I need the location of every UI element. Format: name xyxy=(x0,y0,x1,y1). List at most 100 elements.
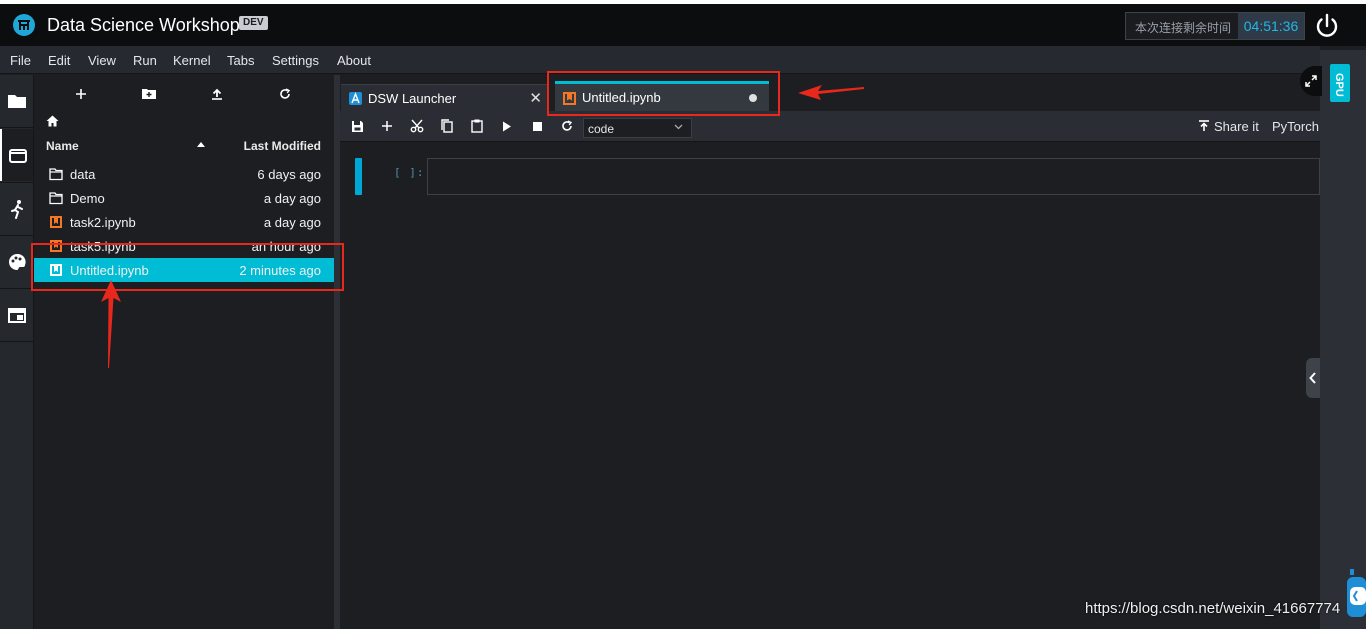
tab-dsw-launcher[interactable]: DSW Launcher ✕ xyxy=(341,84,548,111)
rail-commands-button[interactable] xyxy=(0,236,33,288)
annotation-highlight-tab xyxy=(547,71,780,116)
rail-running-button[interactable] xyxy=(0,183,33,235)
rail-folder-browser-button[interactable] xyxy=(0,129,33,181)
upload-button[interactable] xyxy=(206,85,228,103)
watermark-text: https://blog.csdn.net/weixin_41667774 xyxy=(1085,600,1341,617)
power-icon[interactable] xyxy=(1313,12,1341,40)
menu-file[interactable]: File xyxy=(10,53,31,68)
dsw-logo-icon xyxy=(13,14,35,36)
menu-view[interactable]: View xyxy=(88,53,116,68)
right-side-panel: GPU xyxy=(1320,50,1366,629)
chevron-down-icon xyxy=(674,124,683,130)
gpu-label: GPU xyxy=(1333,73,1345,97)
new-folder-icon xyxy=(142,89,156,99)
annotation-arrow-left-icon xyxy=(798,85,864,100)
menu-kernel[interactable]: Kernel xyxy=(173,53,211,68)
file-row[interactable]: data 6 days ago xyxy=(34,162,334,186)
expand-icon xyxy=(1305,75,1317,87)
rail-files-button[interactable] xyxy=(0,75,33,127)
left-sidebar-rail xyxy=(0,75,34,629)
interrupt-button[interactable] xyxy=(528,117,546,135)
column-modified-header[interactable]: Last Modified xyxy=(244,139,321,153)
insert-cell-button[interactable] xyxy=(378,117,396,135)
file-modified: a day ago xyxy=(263,215,321,230)
cut-button[interactable] xyxy=(408,117,426,135)
file-name: Demo xyxy=(70,191,105,206)
menu-run[interactable]: Run xyxy=(133,53,157,68)
stop-icon xyxy=(532,121,542,131)
file-list-header: Name Last Modified xyxy=(34,135,334,157)
close-icon[interactable]: ✕ xyxy=(529,89,542,107)
folder-open-icon xyxy=(8,148,27,163)
timer-value: 04:51:36 xyxy=(1238,13,1304,39)
annotation-arrow-up-icon xyxy=(101,280,121,368)
breadcrumb-home[interactable] xyxy=(46,115,59,130)
palette-icon xyxy=(8,253,26,270)
file-browser-panel: Name Last Modified data 6 days ago Demo … xyxy=(34,75,334,629)
folder-icon xyxy=(49,168,63,181)
file-name: data xyxy=(70,167,96,182)
folder-icon xyxy=(49,192,63,205)
cell-collapser[interactable] xyxy=(355,158,362,195)
menu-tabs[interactable]: Tabs xyxy=(227,53,254,68)
env-badge: DEV xyxy=(239,16,268,30)
app-title: Data Science Workshop xyxy=(47,15,240,35)
refresh-icon xyxy=(280,88,291,99)
file-name: task2.ipynb xyxy=(70,215,136,230)
paste-button[interactable] xyxy=(468,117,486,135)
main-work-area: DSW Launcher ✕ Untitled.ipynb code Share… xyxy=(340,75,1320,629)
collapse-panel-button[interactable] xyxy=(1306,358,1320,398)
cell-type-value: code xyxy=(588,122,615,136)
notebook-toolbar: code Share it PyTorch xyxy=(340,111,1320,142)
save-icon xyxy=(351,120,363,132)
menu-settings[interactable]: Settings xyxy=(272,53,319,68)
annotation-highlight-file xyxy=(31,243,344,291)
rail-tabs-button[interactable] xyxy=(0,289,33,341)
gpu-tab[interactable]: GPU xyxy=(1330,64,1350,102)
launcher-icon xyxy=(349,92,362,105)
new-folder-button[interactable] xyxy=(138,85,160,103)
share-icon xyxy=(1199,120,1209,131)
share-button[interactable]: Share it xyxy=(1214,119,1259,134)
run-button[interactable] xyxy=(498,117,516,135)
notebook-icon xyxy=(50,216,62,228)
timer-label: 本次连接剩余时间 xyxy=(1135,21,1232,35)
notebook-cell[interactable]: [ ]: xyxy=(355,158,1320,196)
folder-icon xyxy=(7,95,26,108)
play-icon xyxy=(503,121,511,131)
column-name-header[interactable]: Name xyxy=(46,139,79,153)
cell-prompt: [ ]: xyxy=(394,166,425,179)
restart-button[interactable] xyxy=(558,117,576,135)
window-tabs-icon xyxy=(7,307,26,323)
chevron-left-icon xyxy=(1309,372,1316,384)
refresh-icon xyxy=(562,120,573,131)
plus-icon xyxy=(382,121,392,131)
copy-icon xyxy=(441,119,453,133)
running-icon xyxy=(10,200,23,219)
scissors-icon xyxy=(410,119,424,133)
upload-icon xyxy=(212,88,222,100)
file-row[interactable]: Demo a day ago xyxy=(34,186,334,210)
cell-type-select[interactable]: code xyxy=(583,118,692,138)
cell-code-input[interactable] xyxy=(427,158,1320,195)
tab-label: DSW Launcher xyxy=(368,91,457,106)
copy-button[interactable] xyxy=(438,117,456,135)
plus-icon xyxy=(76,89,86,99)
menu-about[interactable]: About xyxy=(337,53,371,68)
file-modified: a day ago xyxy=(263,191,321,206)
connection-timer: 本次连接剩余时间 04:51:36 xyxy=(1125,12,1305,40)
file-row[interactable]: task2.ipynb a day ago xyxy=(34,210,334,234)
new-launcher-button[interactable] xyxy=(70,85,92,103)
refresh-button[interactable] xyxy=(274,85,296,103)
file-modified: 6 days ago xyxy=(257,167,321,182)
kernel-name[interactable]: PyTorch xyxy=(1272,119,1319,134)
clipboard-icon xyxy=(471,119,483,133)
title-bar: Data Science Workshop DEV 本次连接剩余时间 04:51… xyxy=(0,4,1366,46)
home-icon xyxy=(46,115,59,127)
save-button[interactable] xyxy=(348,117,366,135)
menu-edit[interactable]: Edit xyxy=(48,53,70,68)
sort-up-icon xyxy=(197,142,205,147)
menu-bar: File Edit View Run Kernel Tabs Settings … xyxy=(0,46,1320,74)
fullscreen-button[interactable] xyxy=(1300,66,1322,96)
assistant-robot-icon[interactable] xyxy=(1344,569,1366,624)
